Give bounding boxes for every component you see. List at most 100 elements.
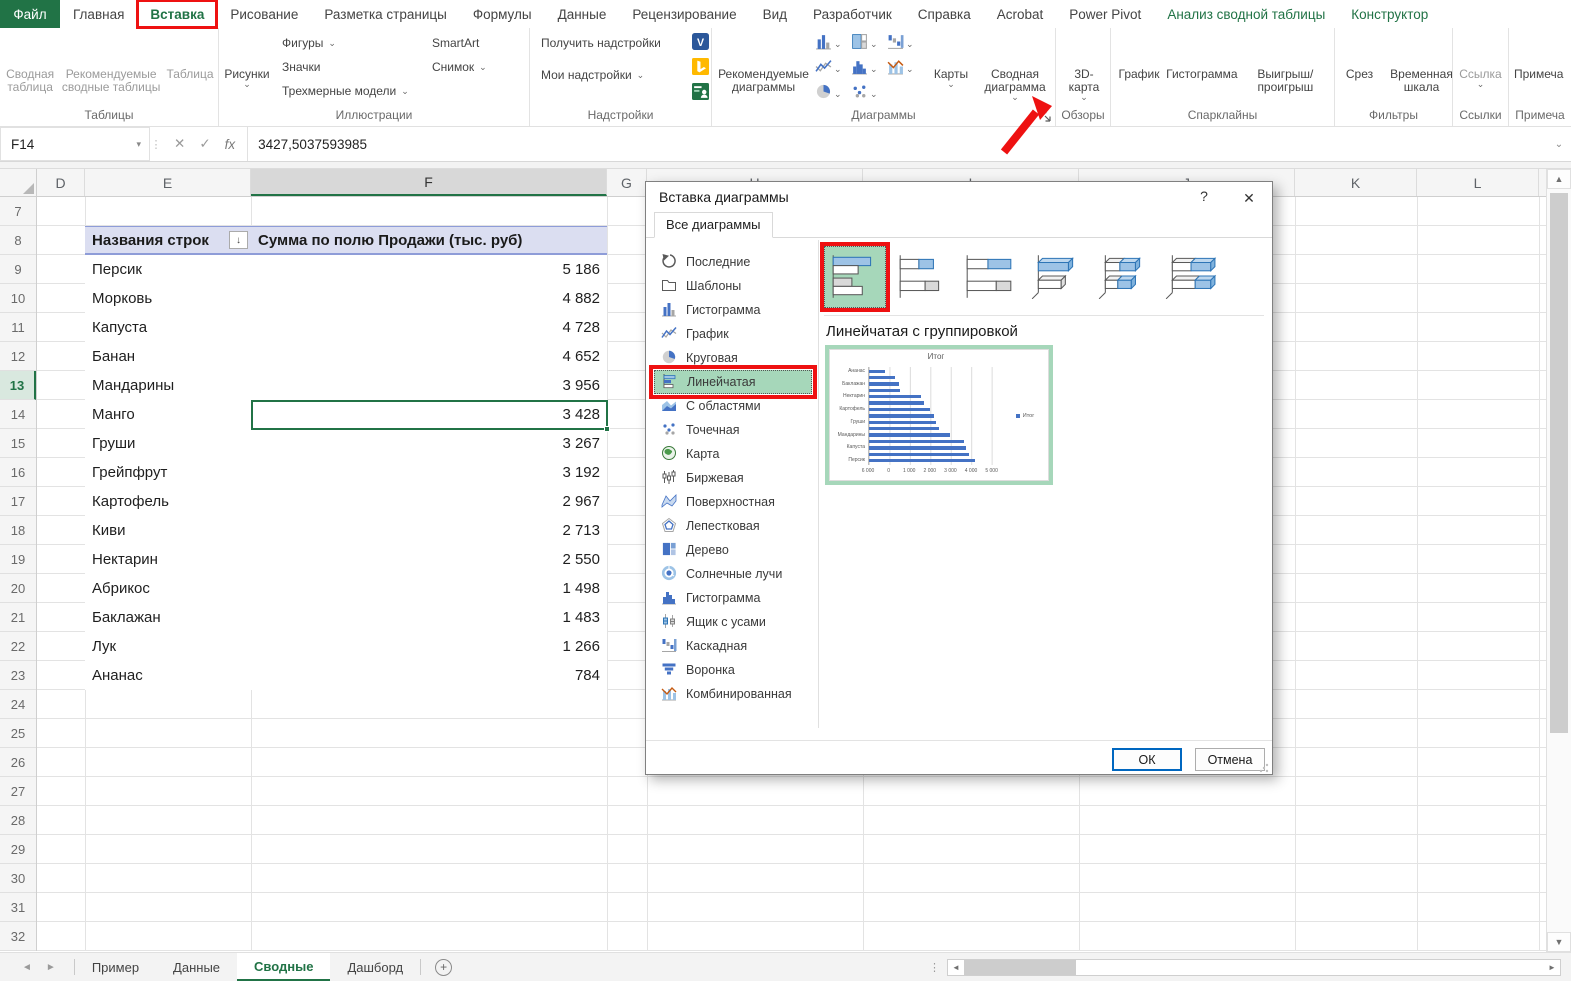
pivot-row-value[interactable]: 2 550 xyxy=(251,551,607,568)
scroll-left-icon[interactable]: ◄ xyxy=(948,960,964,975)
table-button[interactable]: Таблица xyxy=(164,31,216,83)
row-header[interactable]: 20 xyxy=(0,574,36,603)
insert-function-icon[interactable]: fx xyxy=(225,137,236,152)
pivot-row-value[interactable]: 3 267 xyxy=(251,435,607,452)
row-header[interactable]: 18 xyxy=(0,516,36,545)
pivot-row-name[interactable]: Морковь xyxy=(85,290,251,307)
pivot-row-value[interactable]: 4 652 xyxy=(251,348,607,365)
pivot-row-value[interactable]: 3 192 xyxy=(251,464,607,481)
pivot-row-value[interactable]: 1 498 xyxy=(251,580,607,597)
pivot-row-value[interactable]: 2 713 xyxy=(251,522,607,539)
ribbon-tab[interactable]: Вставка xyxy=(137,0,217,28)
smartart-button[interactable]: SmartArt xyxy=(423,31,491,55)
line-chart-button[interactable]: ⌄ xyxy=(815,56,851,81)
pivot-row-value[interactable]: 4 728 xyxy=(251,319,607,336)
row-header[interactable]: 22 xyxy=(0,632,36,661)
row-header[interactable]: 28 xyxy=(0,806,36,835)
combo-chart-button[interactable]: ⌄ xyxy=(887,56,923,81)
ok-button[interactable]: ОК xyxy=(1112,748,1182,771)
sheet-tab[interactable]: Данные xyxy=(156,953,237,981)
chart-type-item[interactable]: Комбинированная xyxy=(654,682,812,706)
chart-subtype-item[interactable] xyxy=(958,246,1020,308)
chart-type-item[interactable]: Круговая xyxy=(654,346,812,370)
ribbon-tab[interactable]: Формулы xyxy=(460,0,545,28)
column-header-k[interactable]: K xyxy=(1295,169,1417,196)
shapes-button[interactable]: Фигуры ⌄ xyxy=(273,31,423,55)
name-box-splitter[interactable]: ⋮ xyxy=(150,127,162,161)
slicer-button[interactable]: Срез xyxy=(1335,31,1386,83)
row-header[interactable]: 17 xyxy=(0,487,36,516)
sheet-tab[interactable]: Пример xyxy=(75,953,156,981)
row-header[interactable]: 21 xyxy=(0,603,36,632)
link-button[interactable]: Ссылка ⌄ xyxy=(1455,31,1507,89)
confirm-entry-icon[interactable]: ✓ xyxy=(199,136,210,152)
column-chart-button[interactable]: ⌄ xyxy=(815,31,851,56)
row-header[interactable]: 14 xyxy=(0,400,36,429)
chart-type-item[interactable]: Последние xyxy=(654,250,812,274)
formula-input[interactable]: 3427,5037593985 xyxy=(248,127,1547,161)
ribbon-tab[interactable]: Конструктор xyxy=(1338,0,1441,28)
pivot-row-name[interactable]: Картофель xyxy=(85,493,251,510)
row-header[interactable]: 19 xyxy=(0,545,36,574)
pivot-row-value[interactable]: 2 967 xyxy=(251,493,607,510)
vertical-scrollbar[interactable]: ▲ ▼ xyxy=(1546,169,1571,952)
histogram-chart-button[interactable]: ⌄ xyxy=(851,56,887,81)
chart-type-item[interactable]: Лепестковая xyxy=(654,514,812,538)
chart-subtype-item[interactable] xyxy=(824,246,886,308)
dialog-help-button[interactable]: ? xyxy=(1194,188,1214,204)
pivot-row-name[interactable]: Абрикос xyxy=(85,580,251,597)
ribbon-tab[interactable]: Анализ сводной таблицы xyxy=(1154,0,1338,28)
file-tab[interactable]: Файл xyxy=(0,0,60,28)
chart-subtype-item[interactable] xyxy=(891,246,953,308)
icons-button[interactable]: Значки xyxy=(273,55,423,79)
get-addins-button[interactable]: Получить надстройки xyxy=(532,31,692,55)
sheet-tab[interactable]: Сводные xyxy=(237,953,330,981)
tab-all-charts[interactable]: Все диаграммы xyxy=(654,212,773,238)
row-header[interactable]: 23 xyxy=(0,661,36,690)
column-header-e[interactable]: E xyxy=(85,169,251,196)
sheet-nav-left-icon[interactable]: ◄ xyxy=(22,962,32,973)
ribbon-tab[interactable]: Разработчик xyxy=(800,0,905,28)
row-header[interactable]: 11 xyxy=(0,313,36,342)
chart-type-item[interactable]: Дерево xyxy=(654,538,812,562)
row-header[interactable]: 27 xyxy=(0,777,36,806)
ribbon-tab[interactable]: Рецензирование xyxy=(619,0,749,28)
chart-type-item[interactable]: Ящик с усами xyxy=(654,610,812,634)
chart-type-item[interactable]: Солнечные лучи xyxy=(654,562,812,586)
recommended-pivots-button[interactable]: ? Рекомендуемые сводные таблицы xyxy=(58,31,164,96)
chart-type-item[interactable]: Каскадная xyxy=(654,634,812,658)
pivot-row-value[interactable]: 3 428 xyxy=(251,406,607,423)
chart-type-item[interactable]: Воронка xyxy=(654,658,812,682)
pivot-row-value[interactable]: 1 266 xyxy=(251,638,607,655)
chart-subtype-item[interactable] xyxy=(1159,246,1221,308)
select-all-corner[interactable] xyxy=(0,169,37,196)
recommended-charts-button[interactable]: ? Рекомендуемые диаграммы xyxy=(714,31,813,96)
my-addins-button[interactable]: Мои надстройки ⌄ xyxy=(532,63,692,87)
sparkline-line-button[interactable]: График xyxy=(1113,31,1165,83)
pivot-row-name[interactable]: Капуста xyxy=(85,319,251,336)
horizontal-scrollbar[interactable]: ◄ ► xyxy=(947,959,1561,976)
add-sheet-button[interactable]: + xyxy=(435,959,452,976)
chart-type-item[interactable]: Гистограмма xyxy=(654,298,812,322)
dialog-resize-grip[interactable] xyxy=(1259,761,1269,771)
hierarchy-chart-button[interactable]: ⌄ xyxy=(851,31,887,56)
sheet-tab[interactable]: Дашборд xyxy=(330,953,420,981)
ribbon-tab[interactable]: Рисование xyxy=(217,0,311,28)
row-header[interactable]: 15 xyxy=(0,429,36,458)
chart-type-item[interactable]: Линейчатая xyxy=(654,370,812,394)
dialog-close-icon[interactable]: ✕ xyxy=(1232,186,1266,210)
sheet-nav-right-icon[interactable]: ► xyxy=(46,962,56,973)
horizontal-scroll-thumb[interactable] xyxy=(964,960,1076,975)
name-box[interactable]: F14 ▾ xyxy=(0,127,150,161)
pivot-row-name[interactable]: Груши xyxy=(85,435,251,452)
comment-button[interactable]: Примеча xyxy=(1511,31,1566,83)
waterfall-chart-button[interactable]: ⌄ xyxy=(887,31,923,56)
ribbon-tab[interactable]: Acrobat xyxy=(984,0,1057,28)
pivot-row-value[interactable]: 5 186 xyxy=(251,261,607,278)
pivot-row-value[interactable]: 1 483 xyxy=(251,609,607,626)
ribbon-tab[interactable]: Справка xyxy=(905,0,984,28)
chart-type-item[interactable]: График xyxy=(654,322,812,346)
cancel-entry-icon[interactable]: ✕ xyxy=(174,136,185,152)
scroll-right-icon[interactable]: ► xyxy=(1544,960,1560,975)
people-graph-addin-icon[interactable] xyxy=(692,83,709,105)
